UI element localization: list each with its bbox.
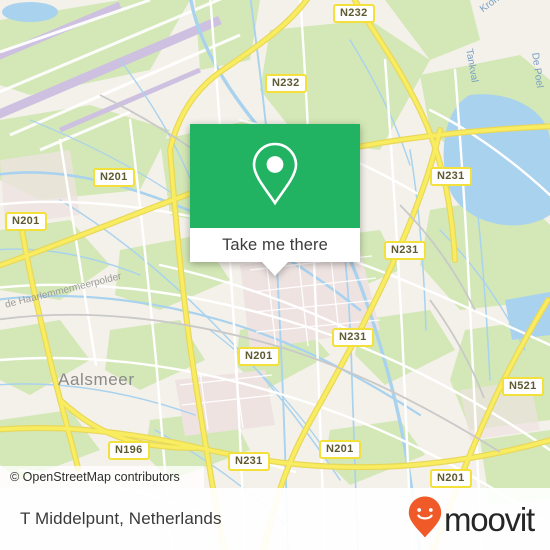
location-title: T Middelpunt, Netherlands (20, 509, 222, 528)
road-shield-n201-bottom[interactable]: N201 (319, 440, 361, 459)
map-attribution: © OpenStreetMap contributors (0, 466, 204, 488)
place-label-aalsmeer: Aalsmeer (58, 370, 135, 389)
road-shield-n231-mid[interactable]: N231 (384, 241, 426, 260)
attribution-text: © OpenStreetMap contributors (10, 470, 180, 484)
callout-action-label: Take me there (222, 235, 328, 254)
road-shield-n201-upper[interactable]: N201 (93, 168, 135, 187)
road-shield-n231-bottom[interactable]: N231 (228, 452, 270, 471)
road-shield-n232-top[interactable]: N232 (333, 4, 375, 23)
moovit-location-card: Aalsmeer Kromme Tankval De Poel de Haarl… (0, 0, 550, 550)
road-shield-n521[interactable]: N521 (502, 377, 544, 396)
callout-pointer (262, 262, 288, 276)
moovit-wordmark: moovit (444, 500, 535, 538)
footer-bar: T Middelpunt, Netherlands moovit (0, 488, 550, 550)
road-shield-n201-mid[interactable]: N201 (238, 347, 280, 366)
road-shield-n232[interactable]: N232 (265, 74, 307, 93)
callout-action[interactable]: Take me there (190, 228, 360, 276)
moovit-smile-pin-icon (407, 495, 443, 544)
road-shield-n231-east[interactable]: N231 (430, 167, 472, 186)
road-shield-n201-southeast[interactable]: N201 (430, 469, 472, 488)
map-pin-icon (248, 141, 302, 212)
moovit-logo[interactable]: moovit (407, 495, 535, 544)
callout-icon-area (190, 124, 360, 228)
road-shield-n201-west[interactable]: N201 (5, 212, 47, 231)
take-me-there-callout[interactable]: Take me there (190, 124, 360, 276)
road-shield-n231-south[interactable]: N231 (332, 328, 374, 347)
road-shield-n196[interactable]: N196 (108, 441, 150, 460)
